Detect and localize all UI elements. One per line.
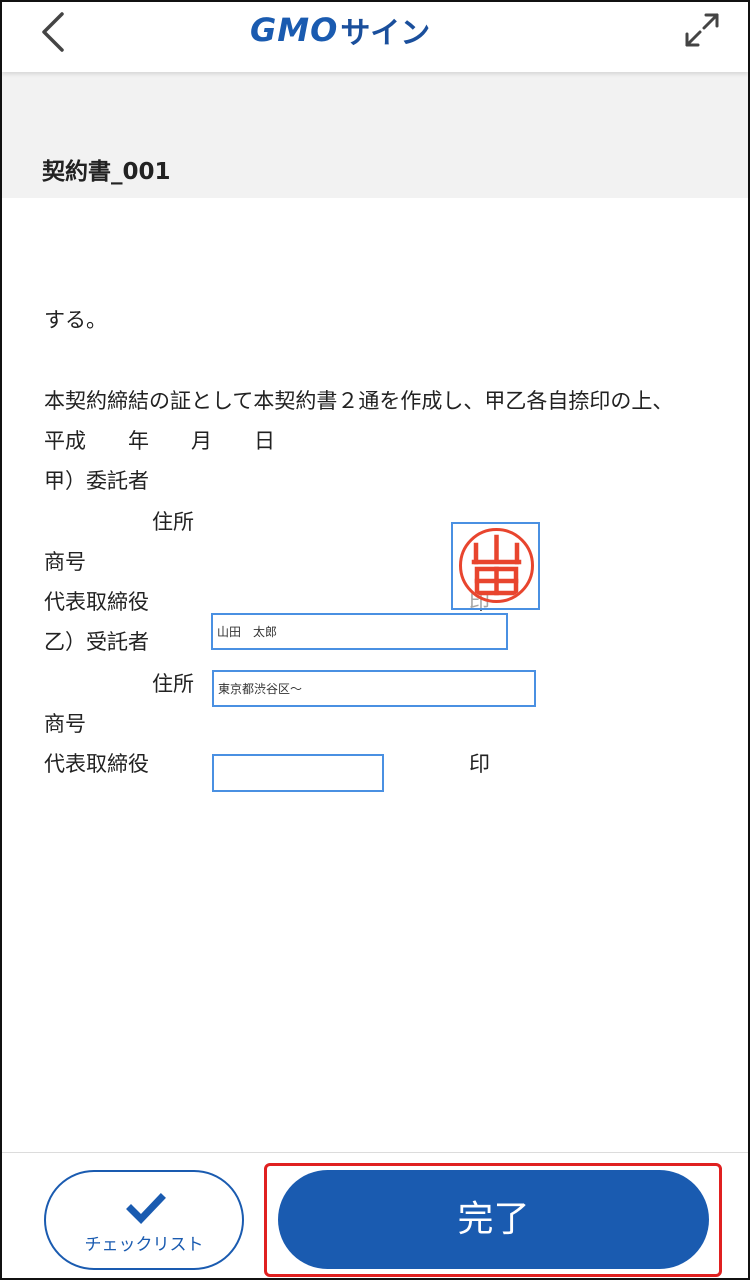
- back-button[interactable]: [36, 10, 76, 54]
- title-band: 契約書_001: [2, 72, 748, 198]
- doc-date-line: 平成 年 月 日: [44, 429, 275, 453]
- expand-button[interactable]: [682, 10, 722, 50]
- checkmark-icon: [126, 1193, 166, 1225]
- logo-gmo-text: GMO: [250, 11, 339, 49]
- checklist-button[interactable]: チェックリスト: [44, 1170, 244, 1270]
- doc-representative-label: 代表取締役: [44, 752, 149, 776]
- doc-party-b-label: 乙）受託者: [44, 630, 149, 654]
- doc-seal-mark: 印: [469, 752, 490, 776]
- seal-stamp-field[interactable]: [451, 522, 540, 610]
- name-field[interactable]: 山田 太郎: [211, 613, 508, 650]
- doc-address-label: 住所: [152, 510, 194, 534]
- doc-text-line: する。: [44, 308, 107, 332]
- gmo-sign-logo: GMO サイン: [250, 10, 431, 51]
- logo-sign-text: サイン: [340, 16, 431, 51]
- app-header: GMO サイン: [2, 2, 748, 72]
- seal-glyph-icon: [471, 534, 522, 596]
- doc-company-label: 商号: [44, 712, 86, 736]
- signature-field[interactable]: [212, 754, 384, 792]
- doc-representative-label: 代表取締役: [44, 590, 149, 614]
- document-title: 契約書_001: [42, 159, 171, 185]
- doc-text-line: 本契約締結の証として本契約書２通を作成し、甲乙各自捺印の上、: [44, 389, 674, 413]
- checklist-label: チェックリスト: [84, 1235, 204, 1255]
- app-frame: GMO サイン 契約書_001 する。 本契約締結の証として本契約書２通を作成し…: [0, 0, 750, 1280]
- chevron-left-icon: [42, 12, 64, 52]
- doc-company-label: 商号: [44, 550, 86, 574]
- doc-party-a-label: 甲）委託者: [44, 469, 149, 493]
- complete-button[interactable]: 完了: [278, 1170, 709, 1269]
- seal-stamp: [459, 528, 534, 603]
- expand-icon: [685, 13, 719, 47]
- doc-address-label: 住所: [152, 672, 194, 696]
- address-field[interactable]: 東京都渋谷区〜: [212, 670, 536, 707]
